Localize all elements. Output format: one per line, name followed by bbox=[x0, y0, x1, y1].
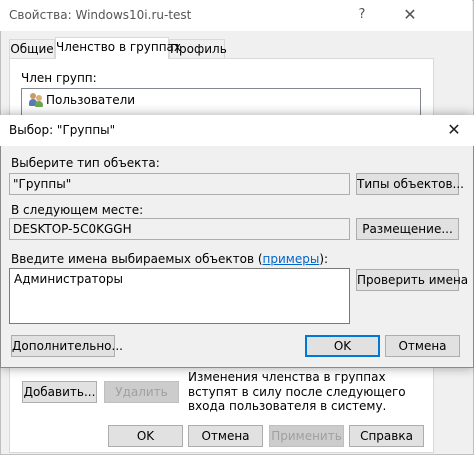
apply-button[interactable]: Применить bbox=[269, 425, 344, 447]
names-label: Введите имена выбираемых объектов (приме… bbox=[11, 252, 328, 266]
members-label: Член групп: bbox=[21, 71, 97, 85]
object-type-field: "Группы" bbox=[9, 173, 350, 195]
ok-button[interactable]: OK bbox=[108, 425, 183, 447]
help-icon[interactable]: ? bbox=[350, 3, 374, 27]
close-icon[interactable]: ✕ bbox=[396, 3, 424, 27]
membership-note: Изменения членства в группах вступят в с… bbox=[188, 370, 406, 413]
location-field: DESKTOP-5C0KGGH bbox=[9, 218, 350, 240]
advanced-button[interactable]: Дополнительно... bbox=[11, 335, 123, 357]
remove-button[interactable]: Удалить bbox=[104, 381, 179, 403]
dialog-title: Выбор: "Группы" bbox=[9, 123, 116, 137]
object-types-button[interactable]: Типы объектов... bbox=[356, 173, 464, 195]
add-button[interactable]: Добавить... bbox=[22, 381, 97, 403]
dialog-ok-button[interactable]: OK bbox=[305, 335, 380, 357]
list-item[interactable]: Пользователи bbox=[29, 93, 135, 107]
select-groups-dialog bbox=[0, 115, 474, 368]
object-names-input[interactable]: Администраторы bbox=[9, 268, 350, 324]
list-item-label: Пользователи bbox=[46, 93, 136, 107]
cancel-button[interactable]: Отмена bbox=[188, 425, 263, 447]
close-icon[interactable]: ✕ bbox=[440, 118, 468, 142]
object-type-label: Выберите тип объекта: bbox=[11, 156, 160, 170]
location-label: В следующем месте: bbox=[11, 203, 144, 217]
properties-window-title: Свойства: Windows10i.ru-test bbox=[9, 8, 192, 22]
names-label-suffix: ): bbox=[319, 252, 329, 266]
locations-button[interactable]: Размещение... bbox=[356, 218, 459, 240]
users-group-icon bbox=[29, 93, 43, 107]
tab-general[interactable]: Общие bbox=[9, 39, 55, 59]
names-label-text: Введите имена выбираемых объектов ( bbox=[11, 252, 263, 266]
help-button[interactable]: Справка bbox=[349, 425, 424, 447]
tab-group-membership[interactable]: Членство в группах bbox=[55, 37, 181, 59]
check-names-button[interactable]: Проверить имена bbox=[356, 269, 468, 291]
examples-link[interactable]: примеры bbox=[263, 252, 320, 266]
dialog-cancel-button[interactable]: Отмена bbox=[385, 335, 460, 357]
